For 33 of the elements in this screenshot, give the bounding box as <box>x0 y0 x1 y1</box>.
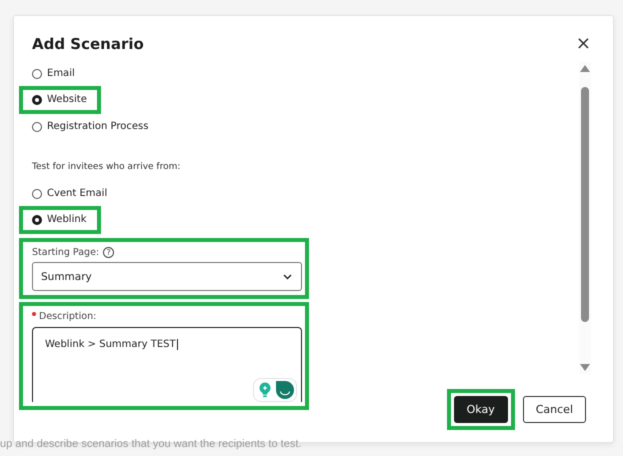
chat-bubble-icon[interactable] <box>276 381 294 399</box>
radio-button[interactable] <box>32 94 42 104</box>
scroll-down-arrow-icon[interactable] <box>580 364 590 371</box>
radio-button[interactable] <box>32 214 42 224</box>
scrollbar[interactable] <box>579 62 591 374</box>
radio-option[interactable]: Registration Process <box>32 120 148 133</box>
radio-label: Weblink <box>47 214 86 225</box>
radio-label: Cvent Email <box>47 188 108 199</box>
radio-option[interactable]: Cvent Email <box>32 187 108 200</box>
help-icon[interactable]: ? <box>103 246 114 258</box>
lightbulb-icon[interactable] <box>259 382 271 398</box>
radio-option[interactable]: Email <box>32 67 75 80</box>
radio-button[interactable] <box>32 188 42 198</box>
dropdown[interactable]: Summary <box>32 262 302 291</box>
cancel-button[interactable]: Cancel <box>522 396 586 423</box>
scroll-up-arrow-icon[interactable] <box>580 65 590 72</box>
page-description: up and describe scenarios that you want the recipients to test. <box>0 438 302 450</box>
radio-button[interactable] <box>32 68 42 78</box>
assistant-widget[interactable] <box>253 378 297 402</box>
text-area[interactable]: Weblink > Summary TEST <box>32 327 302 402</box>
radio-label: Email <box>47 68 75 79</box>
field-label: Starting Page: <box>32 246 100 258</box>
okay-button[interactable]: Okay <box>454 396 508 423</box>
field-label: Description: <box>39 310 96 322</box>
radio-label: Registration Process <box>47 121 148 132</box>
chevron-icon <box>283 274 292 280</box>
radio-label: Website <box>47 94 87 105</box>
dropdown-value: Summary <box>41 270 92 282</box>
radio-button[interactable] <box>32 122 42 132</box>
text-value: Weblink > Summary TEST <box>45 339 178 350</box>
dialog-title: Add Scenario <box>32 35 144 53</box>
section-label: Test for invitees who arrive from: <box>32 162 180 172</box>
close-button[interactable]: × <box>574 35 593 53</box>
